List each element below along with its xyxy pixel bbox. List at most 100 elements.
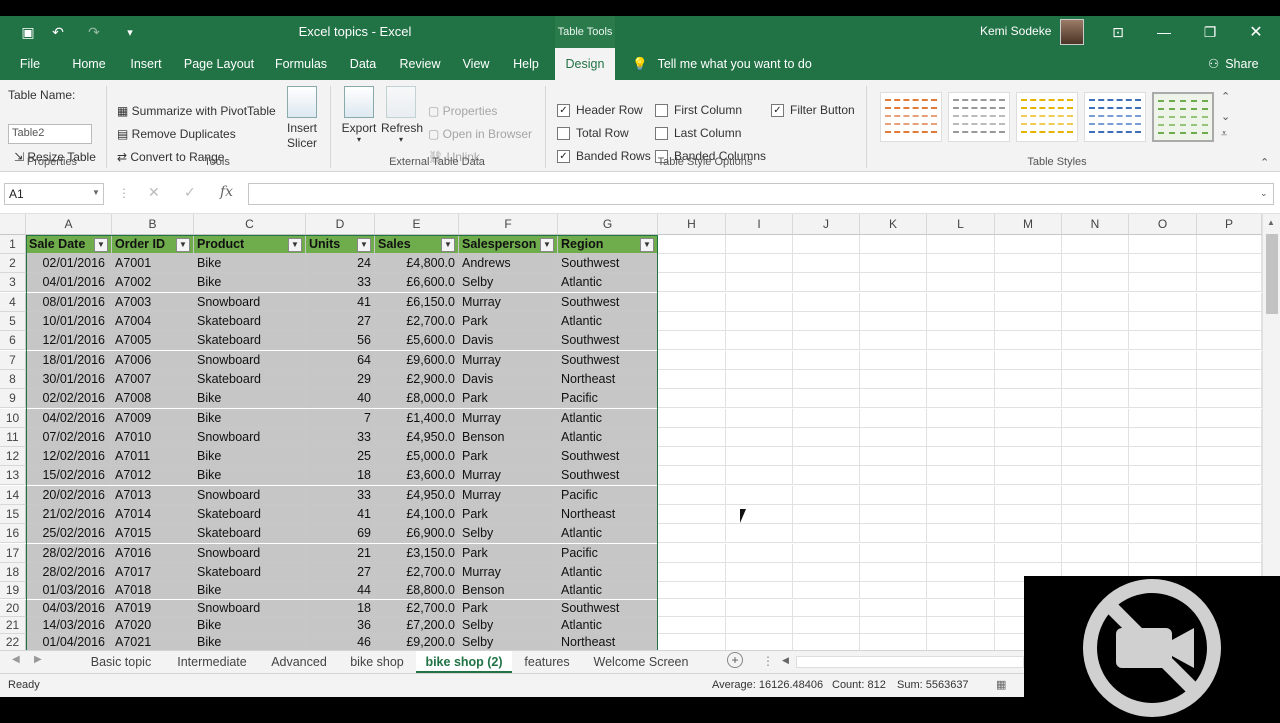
table-cell[interactable]: £6,600.0 (375, 273, 459, 292)
empty-cell[interactable] (1197, 370, 1262, 389)
table-cell[interactable]: Skateboard (194, 312, 306, 331)
first-column-checkbox[interactable] (655, 104, 668, 117)
empty-cell[interactable] (726, 254, 793, 273)
empty-cell[interactable] (860, 486, 927, 505)
tab-page-layout[interactable]: Page Layout (180, 48, 258, 80)
filter-button-checkbox[interactable]: ✓ (771, 104, 784, 117)
row-header[interactable]: 14 (0, 486, 26, 505)
empty-cell[interactable] (1129, 544, 1197, 563)
empty-cell[interactable] (1062, 312, 1129, 331)
empty-cell[interactable] (793, 582, 860, 599)
table-cell[interactable]: Snowboard (194, 351, 306, 370)
table-cell[interactable]: 04/02/2016 (26, 409, 112, 428)
select-all-corner[interactable] (0, 214, 26, 235)
table-cell[interactable]: £3,600.0 (375, 466, 459, 485)
table-header-cell[interactable]: Product ▼ (194, 235, 306, 254)
table-cell[interactable]: Northeast (558, 370, 658, 389)
empty-cell[interactable] (860, 351, 927, 370)
table-cell[interactable]: 33 (306, 273, 375, 292)
empty-cell[interactable] (1062, 409, 1129, 428)
filter-dropdown-icon[interactable]: ▼ (540, 238, 554, 252)
column-header-p[interactable]: P (1197, 214, 1262, 235)
row-header[interactable]: 7 (0, 351, 26, 370)
table-cell[interactable]: Northeast (558, 505, 658, 524)
empty-cell[interactable] (1197, 389, 1262, 408)
table-cell[interactable]: A7007 (112, 370, 194, 389)
header-row-checkbox[interactable]: ✓ (557, 104, 570, 117)
table-cell[interactable]: Southwest (558, 466, 658, 485)
table-cell[interactable]: £9,600.0 (375, 351, 459, 370)
table-cell[interactable]: 28/02/2016 (26, 563, 112, 582)
formula-input[interactable] (248, 183, 1274, 205)
row-header[interactable]: 12 (0, 447, 26, 466)
drag-handle-icon[interactable]: ⋮ (118, 186, 130, 200)
table-cell[interactable]: Murray (459, 466, 558, 485)
table-name-input[interactable]: Table2 (8, 124, 92, 144)
empty-cell[interactable] (726, 428, 793, 447)
empty-cell[interactable] (927, 617, 995, 634)
empty-cell[interactable] (927, 254, 995, 273)
empty-cell[interactable] (860, 524, 927, 543)
empty-cell[interactable] (1197, 486, 1262, 505)
empty-cell[interactable] (860, 312, 927, 331)
empty-cell[interactable] (860, 634, 927, 650)
tab-home[interactable]: Home (66, 48, 112, 80)
row-header[interactable]: 22 (0, 634, 26, 650)
table-cell[interactable]: Bike (194, 389, 306, 408)
tab-view[interactable]: View (458, 48, 494, 80)
empty-cell[interactable] (860, 293, 927, 312)
empty-cell[interactable] (658, 524, 726, 543)
table-cell[interactable]: A7001 (112, 254, 194, 273)
empty-cell[interactable] (995, 293, 1062, 312)
empty-cell[interactable] (658, 312, 726, 331)
row-header[interactable]: 6 (0, 331, 26, 350)
table-cell[interactable]: Southwest (558, 600, 658, 617)
table-cell[interactable]: 01/04/2016 (26, 634, 112, 650)
tab-design[interactable]: Design (555, 48, 615, 80)
empty-cell[interactable] (927, 524, 995, 543)
table-cell[interactable]: Bike (194, 582, 306, 599)
table-cell[interactable]: Park (459, 447, 558, 466)
column-header-o[interactable]: O (1129, 214, 1197, 235)
normal-view-icon[interactable]: ▦ (996, 678, 1006, 691)
table-cell[interactable]: Atlantic (558, 312, 658, 331)
table-cell[interactable]: Bike (194, 254, 306, 273)
empty-cell[interactable] (927, 409, 995, 428)
table-cell[interactable]: Benson (459, 428, 558, 447)
row-header[interactable]: 2 (0, 254, 26, 273)
tab-insert[interactable]: Insert (124, 48, 168, 80)
empty-cell[interactable] (1129, 486, 1197, 505)
empty-cell[interactable] (1062, 254, 1129, 273)
table-header-cell[interactable]: Order ID ▼ (112, 235, 194, 254)
table-cell[interactable]: Atlantic (558, 428, 658, 447)
empty-cell[interactable] (726, 409, 793, 428)
table-cell[interactable]: 33 (306, 486, 375, 505)
horizontal-scrollbar[interactable] (796, 656, 1024, 668)
table-cell[interactable]: £9,200.0 (375, 634, 459, 650)
empty-cell[interactable] (995, 505, 1062, 524)
table-cell[interactable]: 07/02/2016 (26, 428, 112, 447)
sheet-tab-bike-shop[interactable]: bike shop (342, 651, 412, 673)
table-cell[interactable]: 18/01/2016 (26, 351, 112, 370)
summarize-pivottable-button[interactable]: ▦ Summarize with PivotTable (117, 104, 276, 118)
empty-cell[interactable] (927, 486, 995, 505)
table-cell[interactable]: Skateboard (194, 331, 306, 350)
hscroll-splitter-icon[interactable]: ⋮ (762, 654, 774, 668)
table-cell[interactable]: £8,000.0 (375, 389, 459, 408)
empty-cell[interactable] (1129, 312, 1197, 331)
empty-cell[interactable] (860, 428, 927, 447)
table-cell[interactable]: Pacific (558, 389, 658, 408)
table-cell[interactable]: Pacific (558, 486, 658, 505)
column-header-f[interactable]: F (459, 214, 558, 235)
empty-cell[interactable] (726, 563, 793, 582)
column-header-g[interactable]: G (558, 214, 658, 235)
table-cell[interactable]: Park (459, 389, 558, 408)
empty-cell[interactable] (860, 331, 927, 350)
table-cell[interactable]: £5,000.0 (375, 447, 459, 466)
table-cell[interactable]: Davis (459, 331, 558, 350)
row-header[interactable]: 4 (0, 293, 26, 312)
table-cell[interactable]: 04/01/2016 (26, 273, 112, 292)
column-header-h[interactable]: H (658, 214, 726, 235)
empty-cell[interactable] (658, 600, 726, 617)
empty-cell[interactable] (658, 428, 726, 447)
